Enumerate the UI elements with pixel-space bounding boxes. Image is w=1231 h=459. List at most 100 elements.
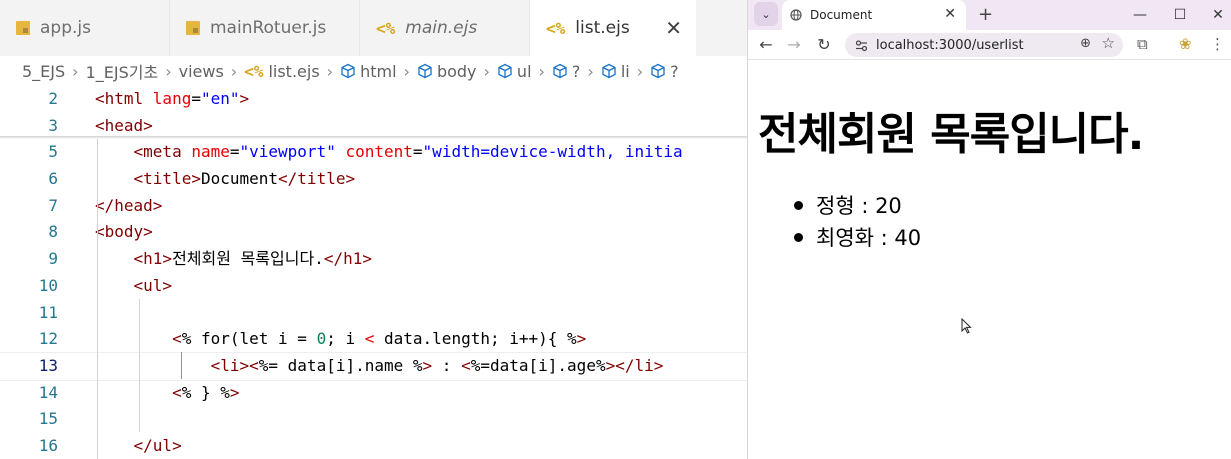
ejs-file-icon: <% [546, 18, 566, 38]
url-text: localhost:3000/userlist [876, 37, 1024, 53]
code-line[interactable]: 10 <ul> [0, 273, 747, 300]
tab-mainrotuer-js[interactable]: mainRotuer.js [170, 0, 360, 56]
code-text: <title>Document</title> [95, 166, 356, 193]
code-token: "viewport" [239, 142, 336, 162]
line-number: 7 [48, 195, 58, 215]
code-token: > [576, 329, 587, 349]
tab-search-button[interactable]: ⌄ [754, 2, 778, 26]
code-token: 전체회원 목록입니다. [172, 249, 324, 269]
line-number: 2 [48, 89, 58, 108]
breadcrumb: 5_EJS › 1_EJS기초 › views › <% list.ejs › h… [0, 56, 747, 86]
code-token: "en" [200, 89, 240, 108]
breadcrumb-item-symbol[interactable]: ? [552, 62, 580, 81]
code-line[interactable]: 15 [0, 406, 747, 433]
address-bar[interactable]: localhost:3000/userlist ⊕ ☆ [845, 33, 1123, 57]
back-arrow-icon[interactable]: ← [756, 35, 776, 54]
code-token: <ul> [133, 275, 173, 295]
code-token: = [412, 142, 423, 162]
extensions-icon[interactable]: ⧉ [1137, 35, 1148, 53]
breadcrumb-label: li [620, 61, 630, 81]
site-info-icon[interactable] [855, 39, 868, 52]
code-token: <li> [210, 355, 250, 375]
code-line[interactable]: 16 </ul> [0, 433, 747, 459]
profile-avatar-icon[interactable]: ❀ [1179, 35, 1192, 53]
js-file-icon [16, 21, 30, 35]
element-cube-icon [602, 63, 616, 79]
code-line[interactable]: 6 <title>Document</title> [0, 166, 747, 193]
code-token: < [364, 329, 375, 349]
code-line[interactable]: 11 [0, 300, 747, 327]
chevron-right-icon: › [230, 61, 238, 81]
breadcrumb-item[interactable]: 5_EJS [22, 62, 65, 81]
code-text: <% for(let i = 0; i < data.length; i++){… [95, 326, 586, 353]
line-number: 16 [38, 435, 58, 455]
chevron-right-icon: › [538, 61, 545, 81]
forward-arrow-icon[interactable]: → [784, 35, 804, 54]
code-token: lang [152, 89, 192, 108]
new-tab-button[interactable]: + [978, 4, 993, 25]
element-cube-icon [651, 63, 665, 79]
code-token: Document [200, 169, 279, 189]
chevron-right-icon: › [403, 61, 410, 81]
line-number: 12 [38, 329, 58, 349]
breadcrumb-item-symbol[interactable]: li [601, 62, 630, 81]
code-area[interactable]: 2 <html lang="en"> 3 <head> 5 <meta name="vi… [0, 86, 747, 459]
code-token: <meta [133, 142, 192, 162]
tab-list-ejs[interactable]: <% list.ejs ✕ [530, 0, 696, 56]
code-token: <body> [95, 222, 153, 242]
close-tab-icon[interactable]: ✕ [944, 6, 956, 22]
breadcrumb-label: list.ejs [268, 61, 320, 81]
maximize-button[interactable]: ☐ [1160, 0, 1200, 30]
code-token: = [191, 89, 201, 108]
code-line[interactable]: 13 <li><%= data[i].name %> : <%=data[i].… [0, 351, 747, 381]
zoom-icon[interactable]: ⊕ [1080, 36, 1091, 51]
reload-icon[interactable]: ↻ [814, 35, 834, 54]
code-token: content [345, 142, 413, 162]
code-line[interactable]: 12 <% for(let i = 0; i < data.length; i+… [0, 326, 747, 353]
ejs-file-icon: <% [244, 61, 264, 81]
minimize-button[interactable]: — [1120, 0, 1160, 30]
code-line[interactable]: 9 <h1>전체회원 목록입니다.</h1> [0, 246, 747, 273]
code-token: > [229, 382, 240, 402]
breadcrumb-item[interactable]: views [179, 62, 224, 81]
code-line[interactable]: 7 </head> [0, 193, 747, 220]
line-number: 13 [38, 355, 58, 375]
line-number: 10 [38, 275, 58, 295]
code-line[interactable]: 14 <% } %> [0, 380, 747, 407]
breadcrumb-item-symbol[interactable]: ? [650, 62, 679, 81]
tab-app-js[interactable]: app.js [0, 0, 170, 56]
code-token: </title> [278, 169, 356, 189]
bookmark-star-icon[interactable]: ☆ [1102, 34, 1115, 52]
code-line[interactable]: 2 <html lang="en"> [0, 86, 747, 113]
indent-guide [97, 139, 98, 459]
breadcrumb-label: ul [516, 61, 532, 81]
element-cube-icon [341, 63, 355, 79]
close-window-button[interactable]: ✕ [1198, 0, 1231, 30]
close-icon[interactable]: ✕ [665, 16, 682, 40]
menu-kebab-icon[interactable]: ⋮ [1210, 35, 1225, 53]
code-token: < [172, 382, 182, 402]
list-item: 정형 : 20 [788, 190, 921, 222]
browser-tab-strip: ⌄ Document ✕ + — ☐ ✕ [748, 0, 1231, 30]
chevron-right-icon: › [72, 61, 79, 81]
tab-main-ejs[interactable]: <% main.ejs [360, 0, 530, 56]
code-line[interactable]: 5 <meta name="viewport" content="width=d… [0, 139, 747, 166]
breadcrumb-item-symbol[interactable]: html [340, 62, 397, 81]
js-file-icon [186, 21, 200, 35]
globe-icon [790, 9, 802, 21]
code-token: > [422, 355, 433, 375]
code-token: <h1> [133, 249, 173, 269]
element-cube-icon [498, 63, 512, 79]
code-line[interactable]: 8 <body> [0, 219, 747, 246]
breadcrumb-item-file[interactable]: <% list.ejs [244, 62, 319, 81]
breadcrumb-item[interactable]: 1_EJS기초 [86, 59, 159, 83]
browser-tab-document[interactable]: Document ✕ [782, 0, 966, 30]
breadcrumb-item-symbol[interactable]: ul [497, 62, 532, 81]
code-token: </head> [95, 195, 163, 215]
code-token: 0 [316, 329, 327, 349]
breadcrumb-item-symbol[interactable]: body [417, 62, 477, 81]
